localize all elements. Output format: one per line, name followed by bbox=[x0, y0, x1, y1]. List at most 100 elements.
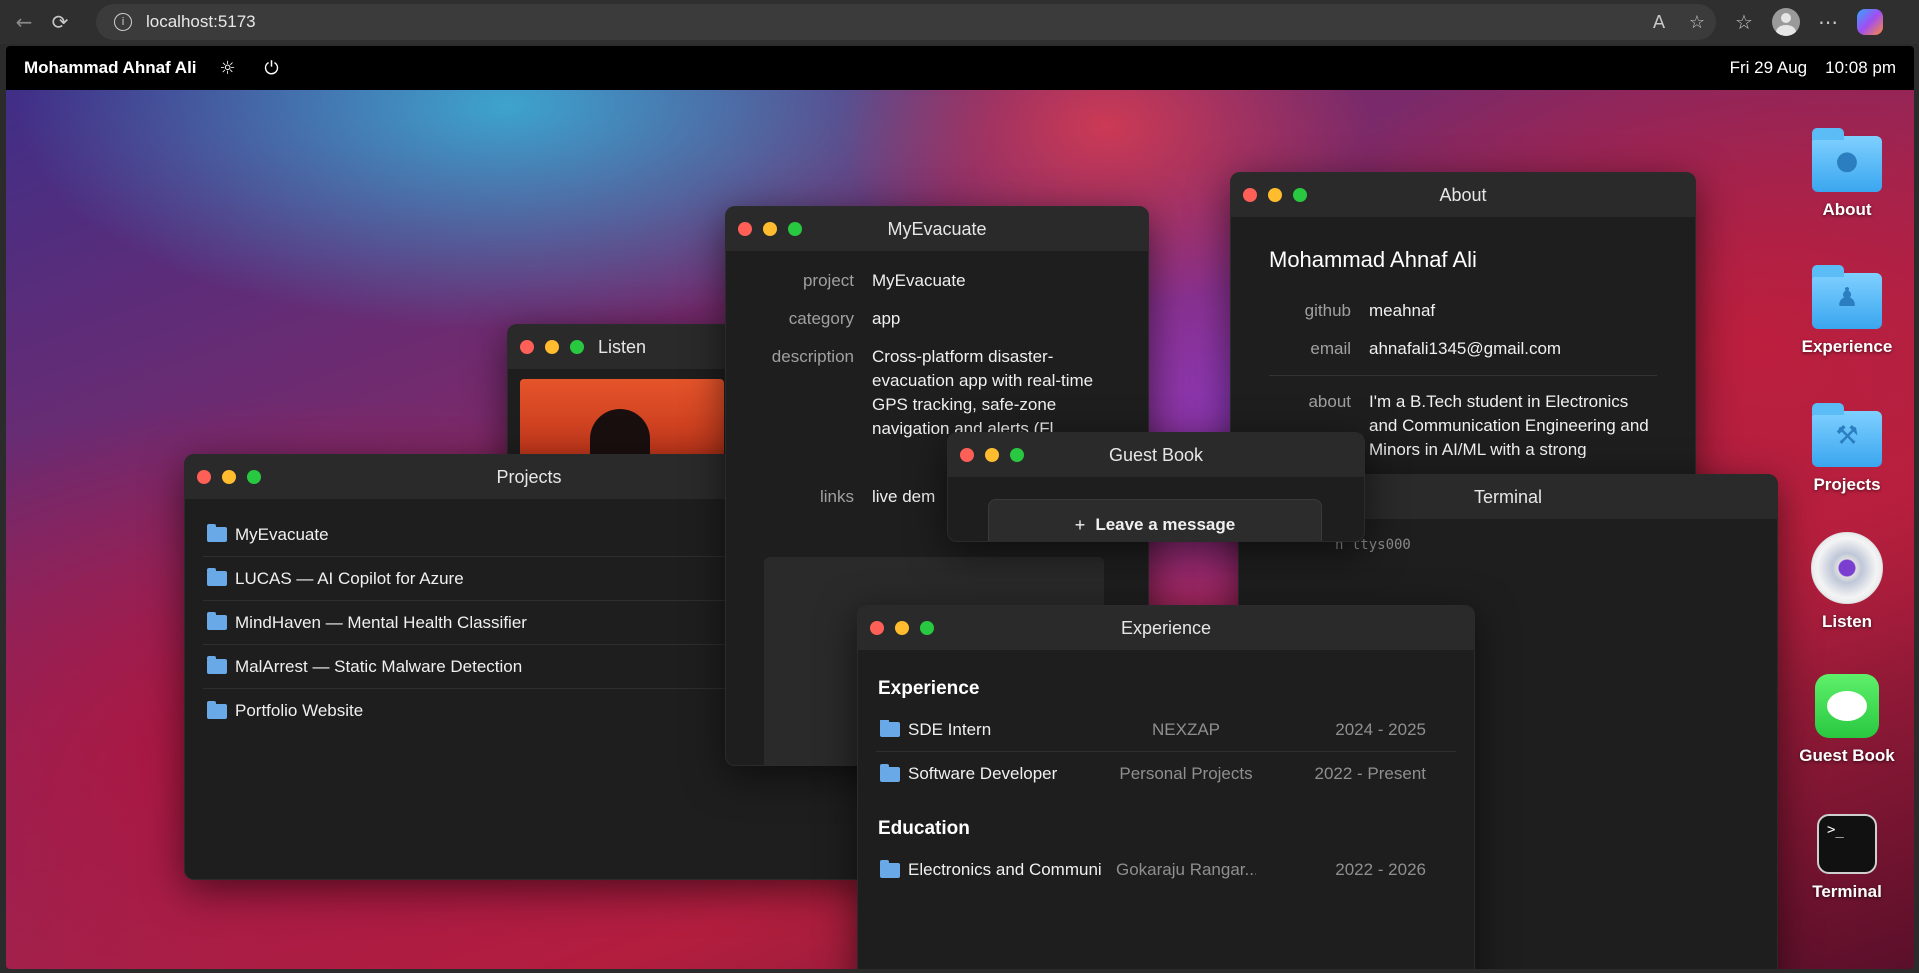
desktop-icon-label: Terminal bbox=[1812, 882, 1882, 901]
close-button[interactable] bbox=[738, 222, 752, 236]
copilot-icon[interactable] bbox=[1852, 4, 1888, 40]
favorite-star-icon[interactable]: ☆ bbox=[1678, 12, 1716, 33]
zoom-button[interactable] bbox=[788, 222, 802, 236]
desktop: Mohammad Ahnaf Ali ☼ ⏻ Fri 29 Aug 10:08 … bbox=[6, 46, 1914, 969]
desktop-icon-listen[interactable]: Listen bbox=[1782, 532, 1912, 632]
project-label: MalArrest — Static Malware Detection bbox=[235, 656, 523, 676]
folder-icon bbox=[880, 764, 900, 782]
folder-icon bbox=[207, 524, 227, 542]
close-button[interactable] bbox=[870, 621, 884, 635]
close-button[interactable] bbox=[960, 448, 974, 462]
zoom-button[interactable] bbox=[1293, 188, 1307, 202]
role-cell: Electronics and Communi bbox=[876, 860, 1116, 880]
detail-value: MyEvacuate bbox=[872, 271, 966, 290]
leave-message-button[interactable]: + Leave a message bbox=[988, 499, 1322, 541]
menubar-date: Fri 29 Aug bbox=[1729, 58, 1808, 77]
speech-bubble bbox=[1827, 691, 1867, 721]
menubar: Mohammad Ahnaf Ali ☼ ⏻ Fri 29 Aug 10:08 … bbox=[6, 46, 1914, 90]
desktop-icon-terminal[interactable]: >_ Terminal bbox=[1782, 814, 1912, 902]
education-heading: Education bbox=[878, 818, 970, 839]
email-link[interactable]: ahnafali1345@gmail.com bbox=[1369, 337, 1657, 361]
cd-icon bbox=[1811, 532, 1883, 604]
desktop-icon-guestbook[interactable]: Guest Book bbox=[1782, 674, 1912, 766]
guestbook-window: Guest Book + Leave a message bbox=[947, 432, 1365, 542]
plus-icon: + bbox=[1074, 514, 1086, 535]
folder-icon bbox=[880, 719, 900, 737]
user-glyph: ● bbox=[1835, 146, 1859, 176]
desktop-icon-projects[interactable]: ⚒ Projects bbox=[1782, 401, 1912, 495]
profile-avatar[interactable] bbox=[1768, 4, 1804, 40]
menubar-time: 10:08 pm bbox=[1825, 58, 1896, 77]
menubar-owner-name[interactable]: Mohammad Ahnaf Ali bbox=[24, 58, 197, 78]
desktop-icon-about[interactable]: ● About bbox=[1782, 126, 1912, 220]
org-label: Gokaraju Rangar... bbox=[1116, 860, 1256, 879]
close-button[interactable] bbox=[1243, 188, 1257, 202]
education-row[interactable]: Electronics and Communi Gokaraju Rangar.… bbox=[876, 848, 1456, 892]
about-row: email ahnafali1345@gmail.com bbox=[1269, 337, 1657, 361]
about-name: Mohammad Ahnaf Ali bbox=[1269, 247, 1477, 272]
desktop-icon-label: About bbox=[1822, 200, 1872, 219]
browser-actions: ☆ ⋯ bbox=[1726, 4, 1888, 40]
dates-label: 2022 - 2026 bbox=[1335, 860, 1426, 879]
github-link[interactable]: meahnaf bbox=[1369, 299, 1657, 323]
project-label: MindHaven — Mental Health Classifier bbox=[235, 612, 527, 632]
experience-window: Experience Experience SDE Intern NEXZAP … bbox=[857, 605, 1475, 969]
zoom-button[interactable] bbox=[570, 340, 584, 354]
window-titlebar[interactable]: Experience bbox=[858, 606, 1474, 650]
address-bar[interactable]: i localhost:5173 A ☆ bbox=[96, 4, 1716, 40]
detail-key: description bbox=[771, 347, 854, 366]
project-label: LUCAS — AI Copilot for Azure bbox=[235, 568, 464, 588]
close-button[interactable] bbox=[197, 470, 211, 484]
hammer-glyph: ⚒ bbox=[1835, 421, 1859, 451]
about-key: github bbox=[1304, 301, 1351, 320]
minimize-button[interactable] bbox=[985, 448, 999, 462]
zoom-button[interactable] bbox=[1010, 448, 1024, 462]
window-titlebar[interactable]: Guest Book bbox=[948, 433, 1364, 477]
desktop-icon-label: Guest Book bbox=[1799, 746, 1895, 765]
project-label: Portfolio Website bbox=[235, 701, 364, 720]
zoom-button[interactable] bbox=[920, 621, 934, 635]
minimize-button[interactable] bbox=[222, 470, 236, 484]
close-button[interactable] bbox=[520, 340, 534, 354]
about-key: email bbox=[1310, 339, 1351, 358]
minimize-button[interactable] bbox=[1268, 188, 1282, 202]
minimize-button[interactable] bbox=[763, 222, 777, 236]
power-icon[interactable]: ⏻ bbox=[259, 58, 285, 79]
window-titlebar[interactable]: About bbox=[1231, 173, 1695, 217]
role-label: Electronics and Communi bbox=[908, 860, 1102, 879]
favorites-icon[interactable]: ☆ bbox=[1726, 4, 1762, 40]
terminal-icon: >_ bbox=[1817, 814, 1877, 874]
person-folder-icon: ♟ bbox=[1812, 265, 1882, 329]
window-titlebar[interactable]: Listen bbox=[508, 325, 736, 369]
traffic-lights bbox=[1243, 173, 1307, 217]
minimize-button[interactable] bbox=[545, 340, 559, 354]
about-divider bbox=[1269, 375, 1657, 376]
traffic-lights bbox=[960, 433, 1024, 477]
experience-row[interactable]: SDE Intern NEXZAP 2024 - 2025 bbox=[876, 708, 1456, 752]
minimize-button[interactable] bbox=[895, 621, 909, 635]
read-aloud-icon[interactable]: A bbox=[1640, 12, 1678, 33]
about-row: github meahnaf bbox=[1269, 299, 1657, 323]
role-cell: Software Developer bbox=[876, 764, 1116, 784]
desktop-icon-experience[interactable]: ♟ Experience bbox=[1782, 263, 1912, 357]
detail-value: app bbox=[872, 309, 901, 328]
site-info-icon[interactable]: i bbox=[114, 13, 132, 31]
folder-icon bbox=[207, 612, 227, 630]
experience-heading: Experience bbox=[878, 678, 980, 699]
experience-body: Experience SDE Intern NEXZAP 2024 - 2025… bbox=[858, 650, 1474, 906]
experience-row[interactable]: Software Developer Personal Projects 202… bbox=[876, 752, 1456, 796]
user-folder-icon: ● bbox=[1812, 128, 1882, 192]
brightness-icon[interactable]: ☼ bbox=[215, 58, 241, 79]
window-title: Experience bbox=[1120, 617, 1212, 638]
detail-row: project MyEvacuate bbox=[744, 269, 1130, 293]
zoom-button[interactable] bbox=[247, 470, 261, 484]
detail-key: links bbox=[819, 487, 854, 506]
detail-row: category app bbox=[744, 307, 1130, 331]
more-menu-icon[interactable]: ⋯ bbox=[1810, 4, 1846, 40]
dates-label: 2024 - 2025 bbox=[1335, 719, 1426, 739]
window-titlebar[interactable]: MyEvacuate bbox=[726, 207, 1148, 251]
messages-icon bbox=[1815, 674, 1879, 738]
reload-icon[interactable]: ⟳ bbox=[42, 4, 78, 40]
back-arrow-icon[interactable]: ← bbox=[6, 4, 42, 40]
traffic-lights bbox=[520, 325, 584, 369]
